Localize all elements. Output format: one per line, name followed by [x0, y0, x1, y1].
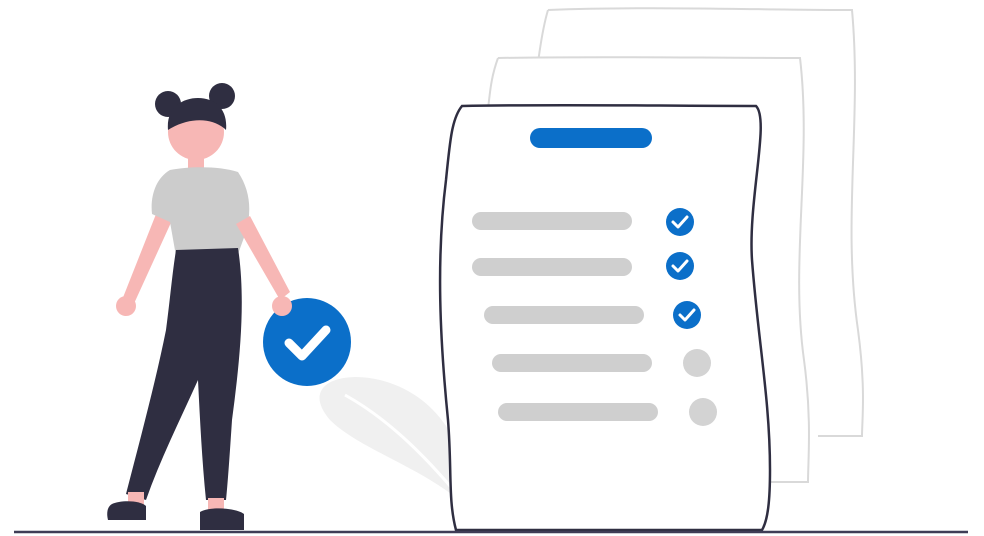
woman-figure: [107, 83, 290, 530]
checklist-line: [492, 354, 652, 372]
hand-back: [116, 296, 136, 316]
shoe-right: [200, 508, 244, 530]
checklist-line: [472, 212, 632, 230]
back-paper-middle-left: [487, 57, 499, 109]
checklist-line: [472, 258, 632, 276]
paper-title-bar: [530, 128, 652, 148]
shoe-left: [107, 501, 146, 520]
checklist-line: [498, 403, 658, 421]
hand-front: [272, 296, 292, 316]
back-paper-far-left: [537, 9, 549, 63]
checklist-line: [484, 306, 644, 324]
checkmark-icon: [673, 301, 701, 329]
checklist-illustration: [14, 7, 968, 534]
pending-circle-icon: [689, 398, 717, 426]
pending-circle-icon: [683, 349, 711, 377]
checkmark-icon: [666, 252, 694, 280]
arm-front: [236, 216, 290, 300]
checkmark-icon: [666, 208, 694, 236]
shirt: [151, 167, 250, 256]
pants: [126, 248, 242, 500]
